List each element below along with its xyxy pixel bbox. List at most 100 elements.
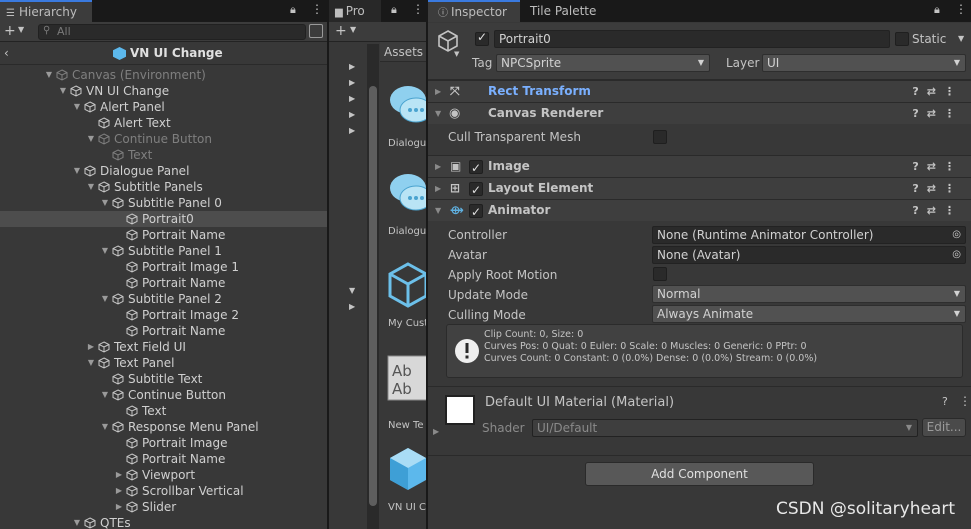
culling-mode-dropdown[interactable]: Always Animate ▼ [652, 305, 966, 323]
hierarchy-row[interactable]: ▼ Subtitle Panels [0, 179, 327, 195]
foldout-open-icon[interactable]: ▼ [100, 195, 110, 211]
hierarchy-row[interactable]: ▼ Alert Panel [0, 99, 327, 115]
active-checkbox[interactable] [475, 30, 489, 46]
component-header-icons[interactable]: ?⇄⋮ [912, 178, 963, 199]
layout-element-header[interactable]: ▶ ⊞ Layout Element ?⇄⋮ [428, 177, 971, 201]
foldout-closed-icon[interactable]: ▶ [114, 499, 124, 515]
hierarchy-row[interactable]: ▼ Subtitle Panel 0 [0, 195, 327, 211]
cull-transparent-mesh-checkbox[interactable] [653, 130, 667, 144]
hierarchy-row[interactable]: Portrait Name [0, 275, 327, 291]
image-enabled-checkbox[interactable] [469, 158, 483, 179]
project-asset-item[interactable]: Dialogue [384, 168, 426, 253]
rect-transform-header[interactable]: ▶ ⤧ Rect Transform ?⇄⋮ [428, 80, 971, 102]
hierarchy-row[interactable]: ▼ Subtitle Panel 2 [0, 291, 327, 307]
tab-hierarchy[interactable]: ☰ Hierarchy [0, 0, 92, 22]
hierarchy-row[interactable]: Portrait Name [0, 323, 327, 339]
chevron-down-icon[interactable]: ▼ [454, 50, 459, 58]
hierarchy-row[interactable]: ▼ Response Menu Panel [0, 419, 327, 435]
tree-arrow-icon[interactable]: ▼ [349, 286, 355, 295]
static-checkbox[interactable] [895, 32, 909, 46]
update-mode-dropdown[interactable]: Normal ▼ [652, 285, 966, 303]
avatar-field[interactable]: None (Avatar) ◎ [652, 246, 966, 264]
chevron-down-icon[interactable]: ▼ [350, 25, 356, 34]
hierarchy-row[interactable]: ▼ Continue Button [0, 131, 327, 147]
animator-enabled-checkbox[interactable] [469, 202, 483, 223]
foldout-open-icon[interactable]: ▼ [435, 200, 441, 221]
hierarchy-row[interactable]: Text [0, 147, 327, 163]
tree-arrow-icon[interactable]: ▶ [349, 94, 355, 103]
foldout-open-icon[interactable]: ▼ [86, 355, 96, 371]
hierarchy-row[interactable]: ▼ Canvas (Environment) [0, 67, 327, 83]
foldout-open-icon[interactable]: ▼ [100, 291, 110, 307]
hierarchy-row[interactable]: Portrait Image [0, 435, 327, 451]
project-asset-item[interactable]: Dialogue [384, 80, 426, 165]
tree-arrow-icon[interactable]: ▶ [349, 110, 355, 119]
project-asset-item[interactable]: My Cust [384, 260, 426, 345]
tree-arrow-icon[interactable]: ▶ [349, 126, 355, 135]
controller-field[interactable]: None (Runtime Animator Controller) ◎ [652, 226, 966, 244]
foldout-open-icon[interactable]: ▼ [58, 83, 68, 99]
hierarchy-row[interactable]: Portrait Name [0, 227, 327, 243]
kebab-menu-icon[interactable]: ⋮ [311, 2, 323, 16]
layout-element-enabled-checkbox[interactable] [469, 180, 483, 201]
foldout-closed-icon[interactable]: ▶ [435, 178, 441, 199]
foldout-closed-icon[interactable]: ▶ [435, 156, 441, 177]
tab-tile-palette[interactable]: Tile Palette [530, 0, 620, 22]
project-tree-scrollbar[interactable] [367, 44, 379, 529]
lock-icon[interactable]: 🔒︎ [290, 3, 296, 17]
foldout-open-icon[interactable]: ▼ [72, 99, 82, 115]
image-header[interactable]: ▶ ▣ Image ?⇄⋮ [428, 155, 971, 179]
foldout-open-icon[interactable]: ▼ [100, 243, 110, 259]
scene-filter-icon[interactable] [309, 24, 323, 38]
object-picker-icon[interactable]: ◎ [952, 247, 961, 263]
hierarchy-row[interactable]: Portrait Name [0, 451, 327, 467]
hierarchy-search-input[interactable]: ⚲ All [38, 24, 306, 40]
hierarchy-row[interactable]: ▼ Dialogue Panel [0, 163, 327, 179]
foldout-open-icon[interactable]: ▼ [86, 131, 96, 147]
component-header-icons[interactable]: ?⇄⋮ [912, 103, 963, 124]
help-icon[interactable]: ? [942, 395, 948, 408]
create-plus-icon[interactable]: + [335, 22, 347, 40]
hierarchy-row[interactable]: ▼ VN UI Change [0, 83, 327, 99]
edit-shader-button[interactable]: Edit... [922, 418, 966, 437]
tab-inspector[interactable]: ⓘ Inspector [428, 0, 520, 22]
hierarchy-row[interactable]: Portrait Image 1 [0, 259, 327, 275]
kebab-menu-icon[interactable]: ⋮ [959, 394, 971, 408]
back-chevron-icon[interactable]: ‹ [4, 46, 9, 60]
hierarchy-row[interactable]: Alert Text [0, 115, 327, 131]
hierarchy-row[interactable]: Portrait0 [0, 211, 327, 227]
chevron-down-icon[interactable]: ▼ [18, 25, 24, 34]
tag-dropdown[interactable]: NPCSprite ▼ [496, 54, 710, 72]
foldout-open-icon[interactable]: ▼ [72, 515, 82, 529]
hierarchy-row[interactable]: ▶ Scrollbar Vertical [0, 483, 327, 499]
lock-icon[interactable]: 🔒︎ [391, 3, 397, 17]
tree-arrow-icon[interactable]: ▶ [349, 302, 355, 311]
project-asset-item[interactable]: VN UI C [384, 444, 426, 529]
lock-icon[interactable]: 🔒︎ [934, 3, 940, 17]
foldout-closed-icon[interactable]: ▶ [114, 467, 124, 483]
foldout-closed-icon[interactable]: ▶ [433, 427, 439, 436]
foldout-closed-icon[interactable]: ▶ [114, 483, 124, 499]
shader-dropdown[interactable]: UI/Default ▼ [532, 419, 918, 437]
canvas-renderer-header[interactable]: ▼ ◉ Canvas Renderer ?⇄⋮ [428, 102, 971, 124]
tree-arrow-icon[interactable]: ▶ [349, 62, 355, 71]
foldout-open-icon[interactable]: ▼ [435, 103, 441, 124]
project-asset-item[interactable]: Ab Ab New Te [384, 352, 426, 437]
object-name-field[interactable]: Portrait0 [494, 30, 890, 48]
hierarchy-row[interactable]: Subtitle Text [0, 371, 327, 387]
animator-header[interactable]: ▼ ⟴ Animator ?⇄⋮ [428, 199, 971, 223]
hierarchy-row[interactable]: Text [0, 403, 327, 419]
tab-project[interactable]: ▆ Pro [329, 0, 381, 22]
component-header-icons[interactable]: ?⇄⋮ [912, 81, 963, 102]
chevron-down-icon[interactable]: ▼ [958, 34, 964, 43]
hierarchy-row[interactable]: ▶ Slider [0, 499, 327, 515]
hierarchy-row[interactable]: ▶ Text Field UI [0, 339, 327, 355]
foldout-open-icon[interactable]: ▼ [100, 387, 110, 403]
foldout-open-icon[interactable]: ▼ [72, 163, 82, 179]
foldout-closed-icon[interactable]: ▶ [86, 339, 96, 355]
hierarchy-row[interactable]: ▼ Text Panel [0, 355, 327, 371]
kebab-menu-icon[interactable]: ⋮ [955, 2, 967, 16]
add-component-button[interactable]: Add Component [585, 462, 814, 486]
object-picker-icon[interactable]: ◎ [952, 227, 961, 243]
create-plus-icon[interactable]: + [4, 22, 16, 40]
